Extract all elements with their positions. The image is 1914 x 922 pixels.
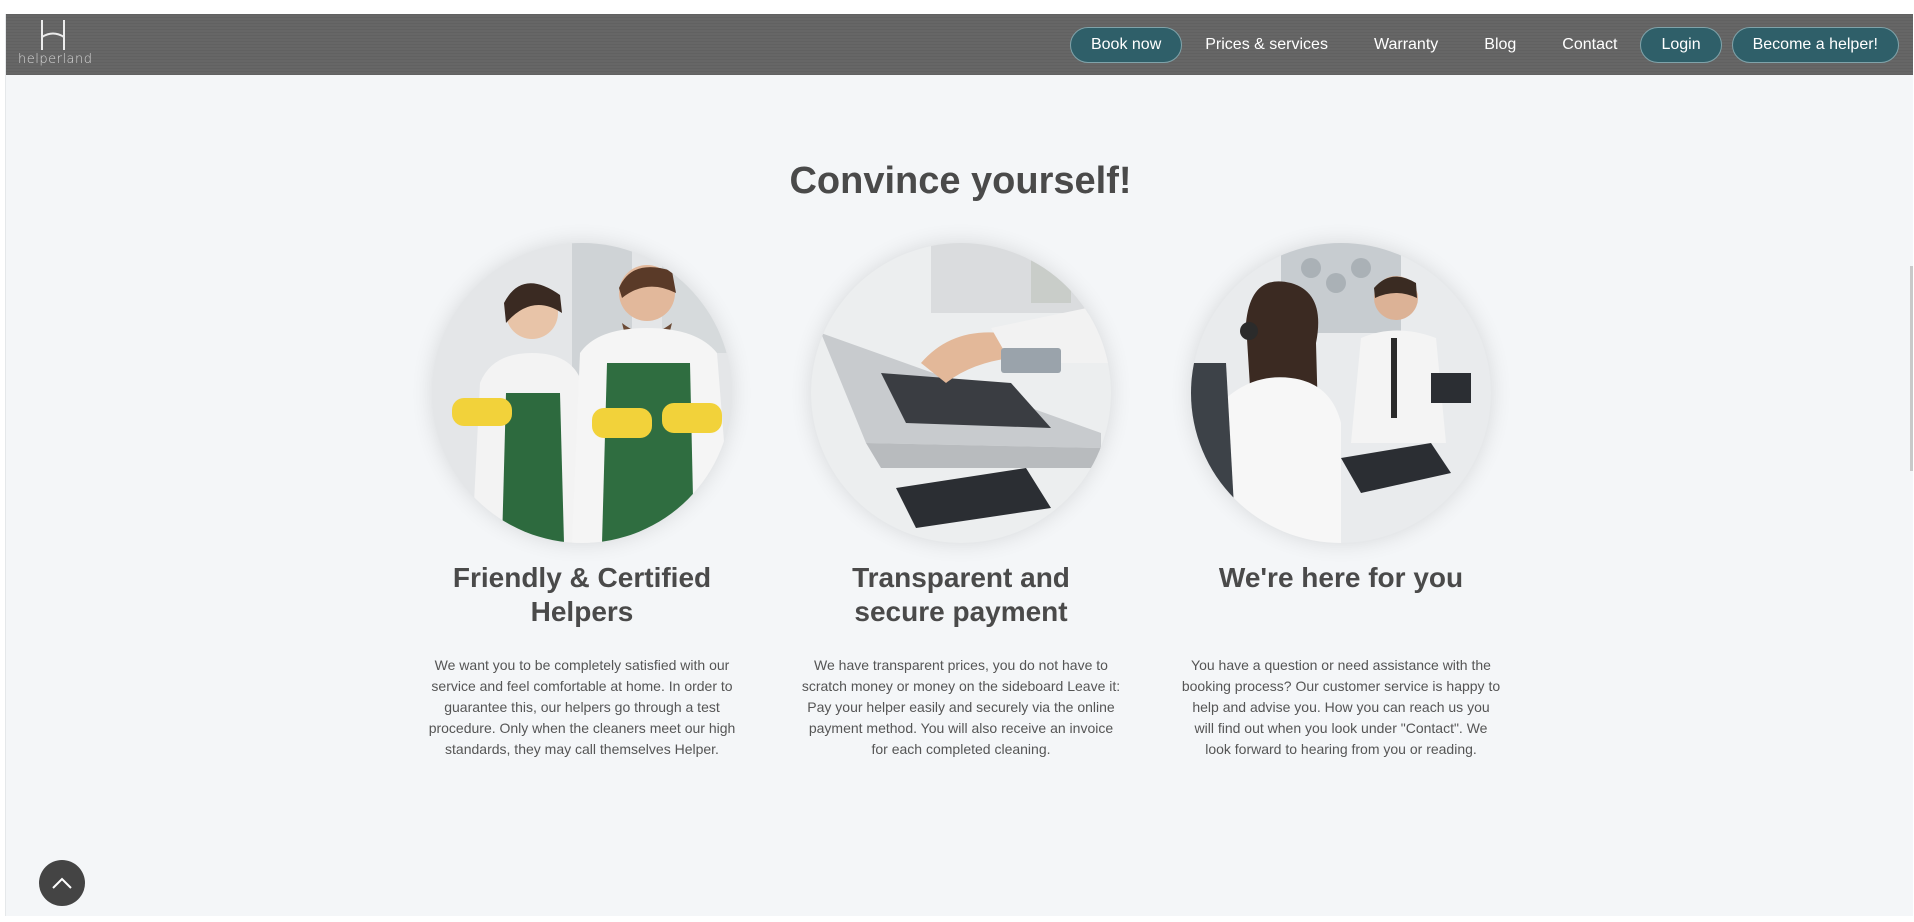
nav-link-warranty[interactable]: Warranty [1351,27,1461,63]
card-title-line: Transparent and [852,562,1070,593]
card-text-support: You have a question or need assistance w… [1181,657,1501,757]
book-now-button[interactable]: Book now [1069,27,1183,63]
feature-card-helpers: Friendly & Certified Helpers We want you… [417,243,747,760]
top-navbar: helperland Book now Prices & services Wa… [6,14,1913,75]
card-title-line: Friendly & Certified [452,562,712,593]
card-title-line: secure payment [854,596,1068,627]
card-title-payment: Transparent and secure payment [796,561,1126,629]
feature-card-support: We're here for you You have a question o… [1176,243,1506,760]
support-photo [1191,243,1491,543]
card-title-line: We're here for you [1218,562,1464,593]
helpers-photo [432,243,732,543]
logo[interactable]: helperland [18,18,93,72]
nav-link-blog[interactable]: Blog [1461,27,1539,63]
card-title-support: We're here for you [1176,561,1506,595]
card-text-helpers: We want you to be completely satisfied w… [428,657,736,757]
feature-card-payment: Transparent and secure payment We have t… [796,243,1126,760]
section-heading: Convince yourself! [789,160,1132,202]
scrollbar[interactable] [1910,266,1913,471]
page-frame: helperland Book now Prices & services Wa… [5,14,1913,916]
main-nav: Book now Prices & services Warranty Blog… [1069,26,1899,64]
login-button[interactable]: Login [1640,27,1722,63]
card-title-helpers: Friendly & Certified Helpers [417,561,747,629]
logo-text: helperland [18,52,93,67]
nav-link-contact[interactable]: Contact [1539,27,1640,63]
scroll-to-top-button[interactable] [39,860,85,906]
card-text-payment: We have transparent prices, you do not h… [801,657,1121,757]
payment-photo [811,243,1111,543]
nav-link-prices[interactable]: Prices & services [1182,27,1351,63]
card-title-line: Helpers [530,596,634,627]
become-helper-button[interactable]: Become a helper! [1731,27,1899,63]
helperland-logo-icon [41,20,65,50]
chevron-up-icon [52,877,72,889]
